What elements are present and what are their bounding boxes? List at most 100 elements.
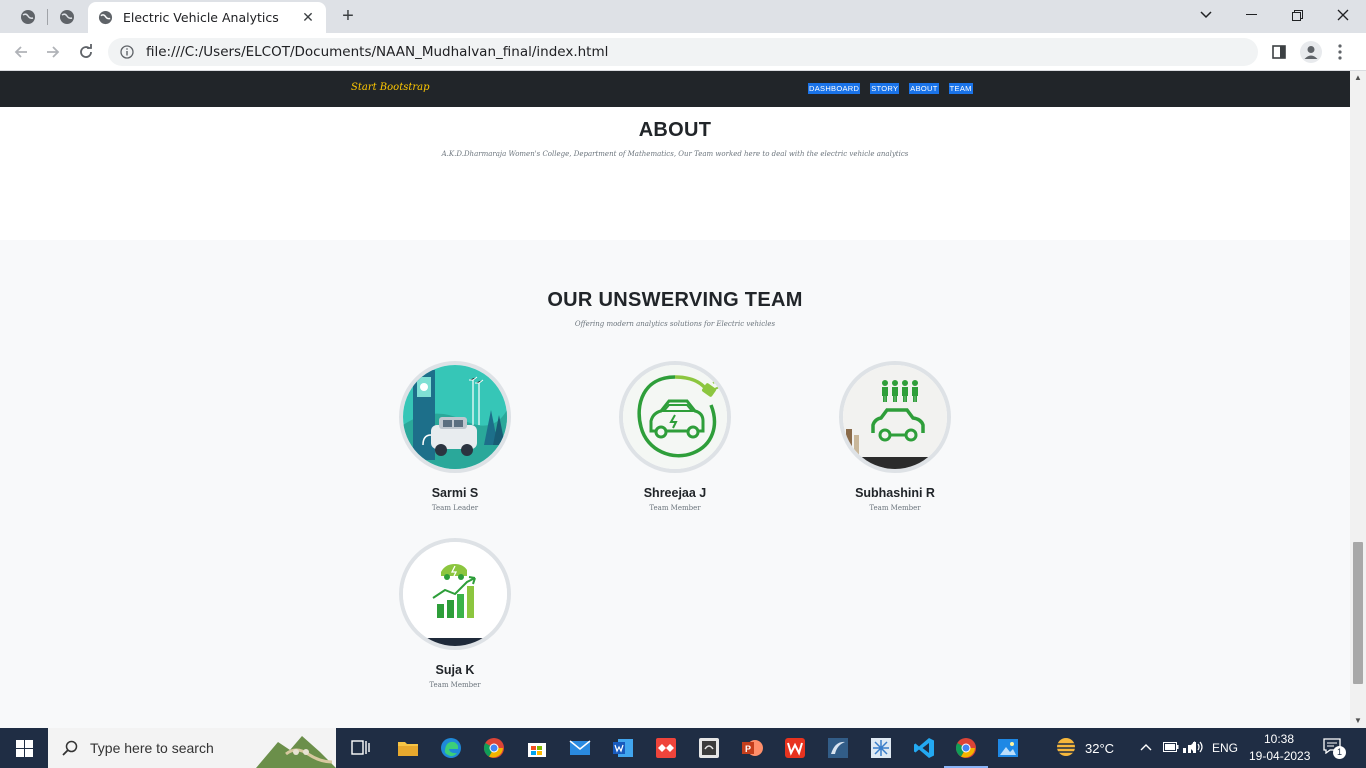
kebab-menu-icon	[1338, 44, 1342, 60]
snipping-tool-button[interactable]	[866, 733, 896, 763]
search-highlight-illustration-icon	[256, 736, 336, 768]
task-view-icon	[351, 740, 370, 755]
word-button[interactable]	[608, 733, 638, 763]
car-sharing-image	[843, 365, 947, 469]
browser-toolbar: file:///C:/Users/ELCOT/Documents/NAAN_Mu…	[0, 33, 1366, 71]
arrow-right-icon	[47, 46, 60, 58]
team-member-card: Suja K Team Member	[345, 538, 565, 689]
ev-plug-car-image	[623, 365, 727, 469]
page-scrollbar[interactable]: ▲ ▼	[1350, 71, 1366, 728]
team-member-card: Subhashini R Team Member	[785, 361, 1005, 512]
chrome-icon	[483, 738, 504, 758]
tab-title: Electric Vehicle Analytics	[123, 10, 279, 25]
site-navbar: Start Bootstrap DASHBOARD STORY ABOUT TE…	[0, 71, 1350, 107]
store-icon	[528, 743, 546, 757]
notification-count-badge: 1	[1333, 746, 1346, 759]
sql-server-button[interactable]	[823, 733, 853, 763]
chrome-active-button[interactable]	[944, 733, 988, 768]
member-name: Sarmi S	[431, 486, 479, 500]
tab-search-button[interactable]	[1186, 4, 1226, 26]
photos-icon	[998, 739, 1018, 757]
menu-button[interactable]	[1329, 41, 1351, 63]
info-icon[interactable]	[120, 45, 134, 59]
avatar-icon	[1300, 41, 1322, 63]
scroll-thumb[interactable]	[1353, 542, 1363, 684]
powerpoint-icon: P	[742, 740, 763, 756]
forward-button[interactable]	[42, 41, 64, 63]
close-icon	[1337, 9, 1349, 21]
weather-temperature[interactable]: 32°C	[1085, 741, 1114, 756]
background-tab-1[interactable]	[16, 6, 40, 28]
reload-icon	[80, 44, 92, 58]
globe-icon	[60, 10, 74, 24]
word-icon	[613, 739, 633, 757]
chrome-icon	[955, 738, 976, 758]
member-avatar	[839, 361, 951, 473]
address-bar[interactable]: file:///C:/Users/ELCOT/Documents/NAAN_Mu…	[108, 38, 1258, 66]
clock-time[interactable]: 10:38	[1264, 732, 1294, 746]
profile-button[interactable]	[1300, 41, 1322, 63]
photos-button[interactable]	[993, 733, 1023, 763]
edge-icon	[441, 738, 461, 758]
browser-tabbar: Electric Vehicle Analytics ✕ +	[0, 0, 1366, 33]
member-name: Shreejaa J	[643, 486, 707, 500]
minimize-button[interactable]	[1231, 4, 1271, 26]
wps-icon	[785, 738, 805, 758]
mail-icon	[569, 740, 591, 755]
minimize-icon	[1245, 14, 1257, 15]
snowflake-icon	[871, 738, 891, 758]
volume-icon[interactable]	[1187, 740, 1205, 754]
battery-icon[interactable]	[1163, 742, 1179, 752]
anydesk-button[interactable]	[651, 733, 681, 763]
restore-button[interactable]	[1277, 4, 1317, 26]
member-avatar	[399, 361, 511, 473]
search-icon	[62, 740, 78, 756]
clock-date[interactable]: 19-04-2023	[1249, 749, 1310, 763]
app-icon	[699, 738, 719, 758]
language-indicator[interactable]: ENG	[1212, 741, 1238, 755]
page-viewport: Start Bootstrap DASHBOARD STORY ABOUT TE…	[0, 71, 1350, 728]
nav-link-team[interactable]: TEAM	[948, 83, 973, 94]
calculator-app-button[interactable]	[694, 733, 724, 763]
file-explorer-button[interactable]	[393, 733, 423, 763]
nav-link-dashboard[interactable]: DASHBOARD	[808, 83, 861, 94]
nav-link-about[interactable]: ABOUT	[909, 83, 939, 94]
background-tab-2[interactable]	[55, 6, 79, 28]
notifications-button[interactable]: 1	[1323, 738, 1346, 759]
close-tab-icon[interactable]: ✕	[300, 9, 316, 26]
wps-office-button[interactable]	[780, 733, 810, 763]
anydesk-icon	[656, 738, 676, 758]
globe-icon	[21, 10, 35, 24]
reload-button[interactable]	[75, 41, 97, 63]
back-button[interactable]	[10, 41, 32, 63]
weather-icon[interactable]	[1053, 736, 1079, 758]
team-subheading: Offering modern analytics solutions for …	[574, 320, 776, 328]
folder-icon	[398, 742, 418, 756]
member-role: Team Leader	[431, 504, 479, 512]
active-tab[interactable]: Electric Vehicle Analytics ✕	[88, 2, 326, 33]
nav-link-story[interactable]: STORY	[870, 83, 900, 94]
chrome-button[interactable]	[479, 733, 509, 763]
team-section: OUR UNSWERVING TEAM Offering modern anal…	[0, 240, 1350, 728]
powerpoint-button[interactable]: P	[737, 733, 767, 763]
side-panel-button[interactable]	[1268, 41, 1290, 63]
new-tab-button[interactable]: +	[338, 5, 358, 27]
scroll-up-arrow-icon[interactable]: ▲	[1350, 71, 1366, 85]
edge-button[interactable]	[436, 733, 466, 763]
about-section: ABOUT A.K.D.Dharmaraja Women's College, …	[0, 107, 1350, 240]
vscode-button[interactable]	[909, 733, 939, 763]
store-button[interactable]	[522, 733, 552, 763]
url-text[interactable]: file:///C:/Users/ELCOT/Documents/NAAN_Mu…	[146, 44, 608, 60]
taskbar-search-box[interactable]: Type here to search	[48, 728, 336, 768]
member-name: Subhashini R	[855, 486, 935, 500]
chevron-up-icon[interactable]	[1140, 743, 1152, 751]
task-view-button[interactable]	[346, 733, 376, 763]
side-panel-icon	[1272, 45, 1286, 59]
ev-charging-station-image	[403, 365, 507, 469]
mail-button[interactable]	[565, 733, 595, 763]
site-brand[interactable]: Start Bootstrap	[351, 82, 430, 93]
close-window-button[interactable]	[1323, 4, 1363, 26]
start-button[interactable]	[0, 728, 48, 768]
team-member-card: Shreejaa J Team Member	[565, 361, 785, 512]
scroll-down-arrow-icon[interactable]: ▼	[1350, 714, 1366, 728]
